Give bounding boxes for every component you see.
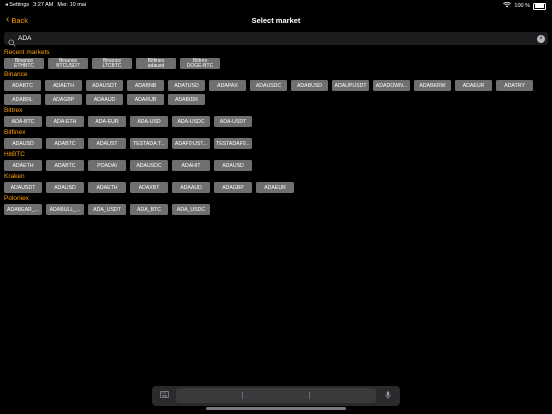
search-icon [8, 34, 16, 47]
market-chip[interactable]: ADAETH [4, 160, 42, 171]
search-input[interactable] [18, 33, 528, 44]
market-chip[interactable]: ADADOWN... [373, 80, 410, 91]
market-chip[interactable]: ADAHIT [172, 160, 210, 171]
market-chip[interactable]: ADABTC [46, 138, 84, 149]
clear-search-icon[interactable]: × [537, 34, 545, 43]
market-chip[interactable]: TESTADA:T... [130, 138, 168, 149]
market-chip[interactable]: ADAEUR [455, 80, 492, 91]
battery-icon [533, 2, 546, 10]
market-chip[interactable]: ADAUSD [4, 138, 42, 149]
market-chip[interactable]: ADABKRW [414, 80, 451, 91]
wifi-icon [503, 1, 512, 10]
bittrex-markets: ADA-BTC ADA-ETH ADA-EUR ADA-USD ADA-USDC… [4, 116, 550, 127]
battery-percent: 100 % [514, 3, 530, 9]
market-chip[interactable]: Bittrex DOGE-BTC [180, 58, 220, 69]
market-chip[interactable]: ADAEUR [256, 182, 294, 193]
market-chip[interactable]: Binance LTCBTC [92, 58, 132, 69]
status-bar: ◂ Settings 3:27 AM Mer. 10 mai 100 % [0, 0, 552, 11]
market-chip[interactable]: ADAPAX [209, 80, 246, 91]
market-chip[interactable]: Bitfinex adausd [136, 58, 176, 69]
market-chip[interactable]: ADAUSD [214, 160, 252, 171]
market-chip[interactable]: ADAUSDT [4, 182, 42, 193]
market-chip[interactable]: ADAXBT [130, 182, 168, 193]
market-chip[interactable]: ADAUPUSDT [332, 80, 369, 91]
market-chip[interactable]: POADAI [88, 160, 126, 171]
market-chip[interactable]: ADAUSD [46, 182, 84, 193]
market-chip[interactable]: ADABRL [4, 94, 41, 105]
microphone-icon[interactable] [383, 391, 393, 400]
market-chip[interactable]: Binance ETHBTC [4, 58, 44, 69]
market-chip[interactable]: ADA_USDC [172, 204, 210, 215]
market-chip[interactable]: ADAAUD [172, 182, 210, 193]
keyboard-shortcut-bar [152, 386, 400, 406]
market-chip[interactable]: ADAF0:UST... [172, 138, 210, 149]
market-chip[interactable]: ADA_USDT [88, 204, 126, 215]
market-chip[interactable]: ADABULL_... [46, 204, 84, 215]
market-chip[interactable]: ADAUST [88, 138, 126, 149]
navigation-bar: ‹ Back Select market [0, 12, 552, 30]
poloniex-markets: ADABEAR_... ADABULL_... ADA_USDT ADA_BTC… [4, 204, 550, 215]
section-title-hitbtc: HitBTC [4, 151, 25, 158]
market-chip[interactable]: ADATUSD [168, 80, 205, 91]
page-title: Select market [251, 16, 301, 25]
status-date: Mer. 10 mai [57, 2, 87, 8]
section-title-bitfinex: Bitfinex [4, 129, 26, 136]
market-chip[interactable]: ADA_BTC [130, 204, 168, 215]
market-chip[interactable]: ADABTC [46, 160, 84, 171]
market-chip[interactable]: ADARUB [127, 94, 164, 105]
market-chip[interactable]: ADABEAR_... [4, 204, 42, 215]
binance-markets: ADABTC ADAETH ADAUSDT ADABNB ADATUSD ADA… [4, 80, 550, 105]
market-chip[interactable]: ADAGBP [214, 182, 252, 193]
market-chip[interactable]: ADA-ETH [46, 116, 84, 127]
market-chip[interactable]: ADAETH [88, 182, 126, 193]
bitfinex-markets: ADAUSD ADABTC ADAUST TESTADA:T... ADAF0:… [4, 138, 550, 149]
market-chip[interactable]: ADA-BTC [4, 116, 42, 127]
market-chip[interactable]: ADAUSDC [250, 80, 287, 91]
market-chip[interactable]: ADA-USD [130, 116, 168, 127]
recent-markets: Binance ETHBTC Binance BTCUSDT Binance LTCB… [4, 58, 550, 69]
divider [242, 392, 243, 399]
section-title-recent: Recent markets [4, 49, 50, 56]
predictive-text-bar[interactable] [176, 388, 376, 403]
market-chip[interactable]: ADA-USDT [214, 116, 252, 127]
market-chip[interactable]: ADAETH [45, 80, 82, 91]
market-chip[interactable]: ADATRY [496, 80, 533, 91]
divider [309, 392, 310, 399]
home-indicator[interactable] [206, 407, 346, 410]
return-to-app-link[interactable]: ◂ Settings [5, 2, 29, 8]
hitbtc-markets: ADAETH ADABTC POADAI ADAUSDC ADAHIT ADAU… [4, 160, 550, 171]
section-title-kraken: Kraken [4, 173, 25, 180]
markets-list: Recent markets Binance ETHBTC Binance BTCU… [4, 48, 550, 217]
market-chip[interactable]: ADAUSDT [86, 80, 123, 91]
status-time: 3:27 AM [33, 2, 54, 8]
market-chip[interactable]: TESTADAF0... [214, 138, 252, 149]
market-chip[interactable]: ADAAUD [86, 94, 123, 105]
search-bar: × [4, 32, 548, 47]
market-chip[interactable]: ADAUSDC [130, 160, 168, 171]
market-chip[interactable]: ADA-EUR [88, 116, 126, 127]
market-chip[interactable]: ADABTC [4, 80, 41, 91]
market-chip[interactable]: ADABIDR [168, 94, 205, 105]
keyboard-icon[interactable] [159, 391, 169, 400]
kraken-markets: ADAUSDT ADAUSD ADAETH ADAXBT ADAAUD ADAG… [4, 182, 550, 193]
market-chip[interactable]: ADAGBP [45, 94, 82, 105]
market-chip[interactable]: Binance BTCUSDT [48, 58, 88, 69]
section-title-binance: Binance [4, 71, 28, 78]
section-title-poloniex: Poloniex [4, 195, 29, 202]
section-title-bittrex: Bittrex [4, 107, 23, 114]
market-chip[interactable]: ADA-USDC [172, 116, 210, 127]
market-chip[interactable]: ADABUSD [291, 80, 328, 91]
market-chip[interactable]: ADABNB [127, 80, 164, 91]
